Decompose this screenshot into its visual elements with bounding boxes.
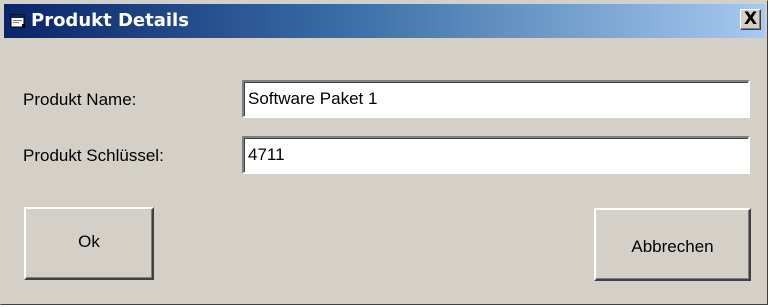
window-title: Produkt Details [31, 10, 189, 31]
product-key-value: 4711 [248, 145, 285, 164]
application-window-icon [10, 14, 25, 28]
product-key-label: Produkt Schlüssel: [23, 146, 164, 165]
product-name-input[interactable]: Software Paket 1 [242, 80, 750, 118]
product-name-value: Software Paket 1 [248, 89, 378, 108]
title-bar[interactable]: Produkt Details X [4, 4, 765, 38]
ok-button[interactable]: Ok [24, 207, 154, 280]
product-name-label: Produkt Name: [23, 90, 137, 109]
product-details-dialog: Produkt Details X Produkt Name: Software… [0, 0, 768, 305]
close-icon: X [743, 9, 758, 29]
ok-button-label: Ok [78, 232, 100, 251]
product-key-input[interactable]: 4711 [242, 136, 750, 174]
cancel-button-label: Abbrechen [631, 237, 714, 256]
close-button[interactable]: X [740, 9, 761, 30]
cancel-button[interactable]: Abbrechen [594, 208, 751, 281]
